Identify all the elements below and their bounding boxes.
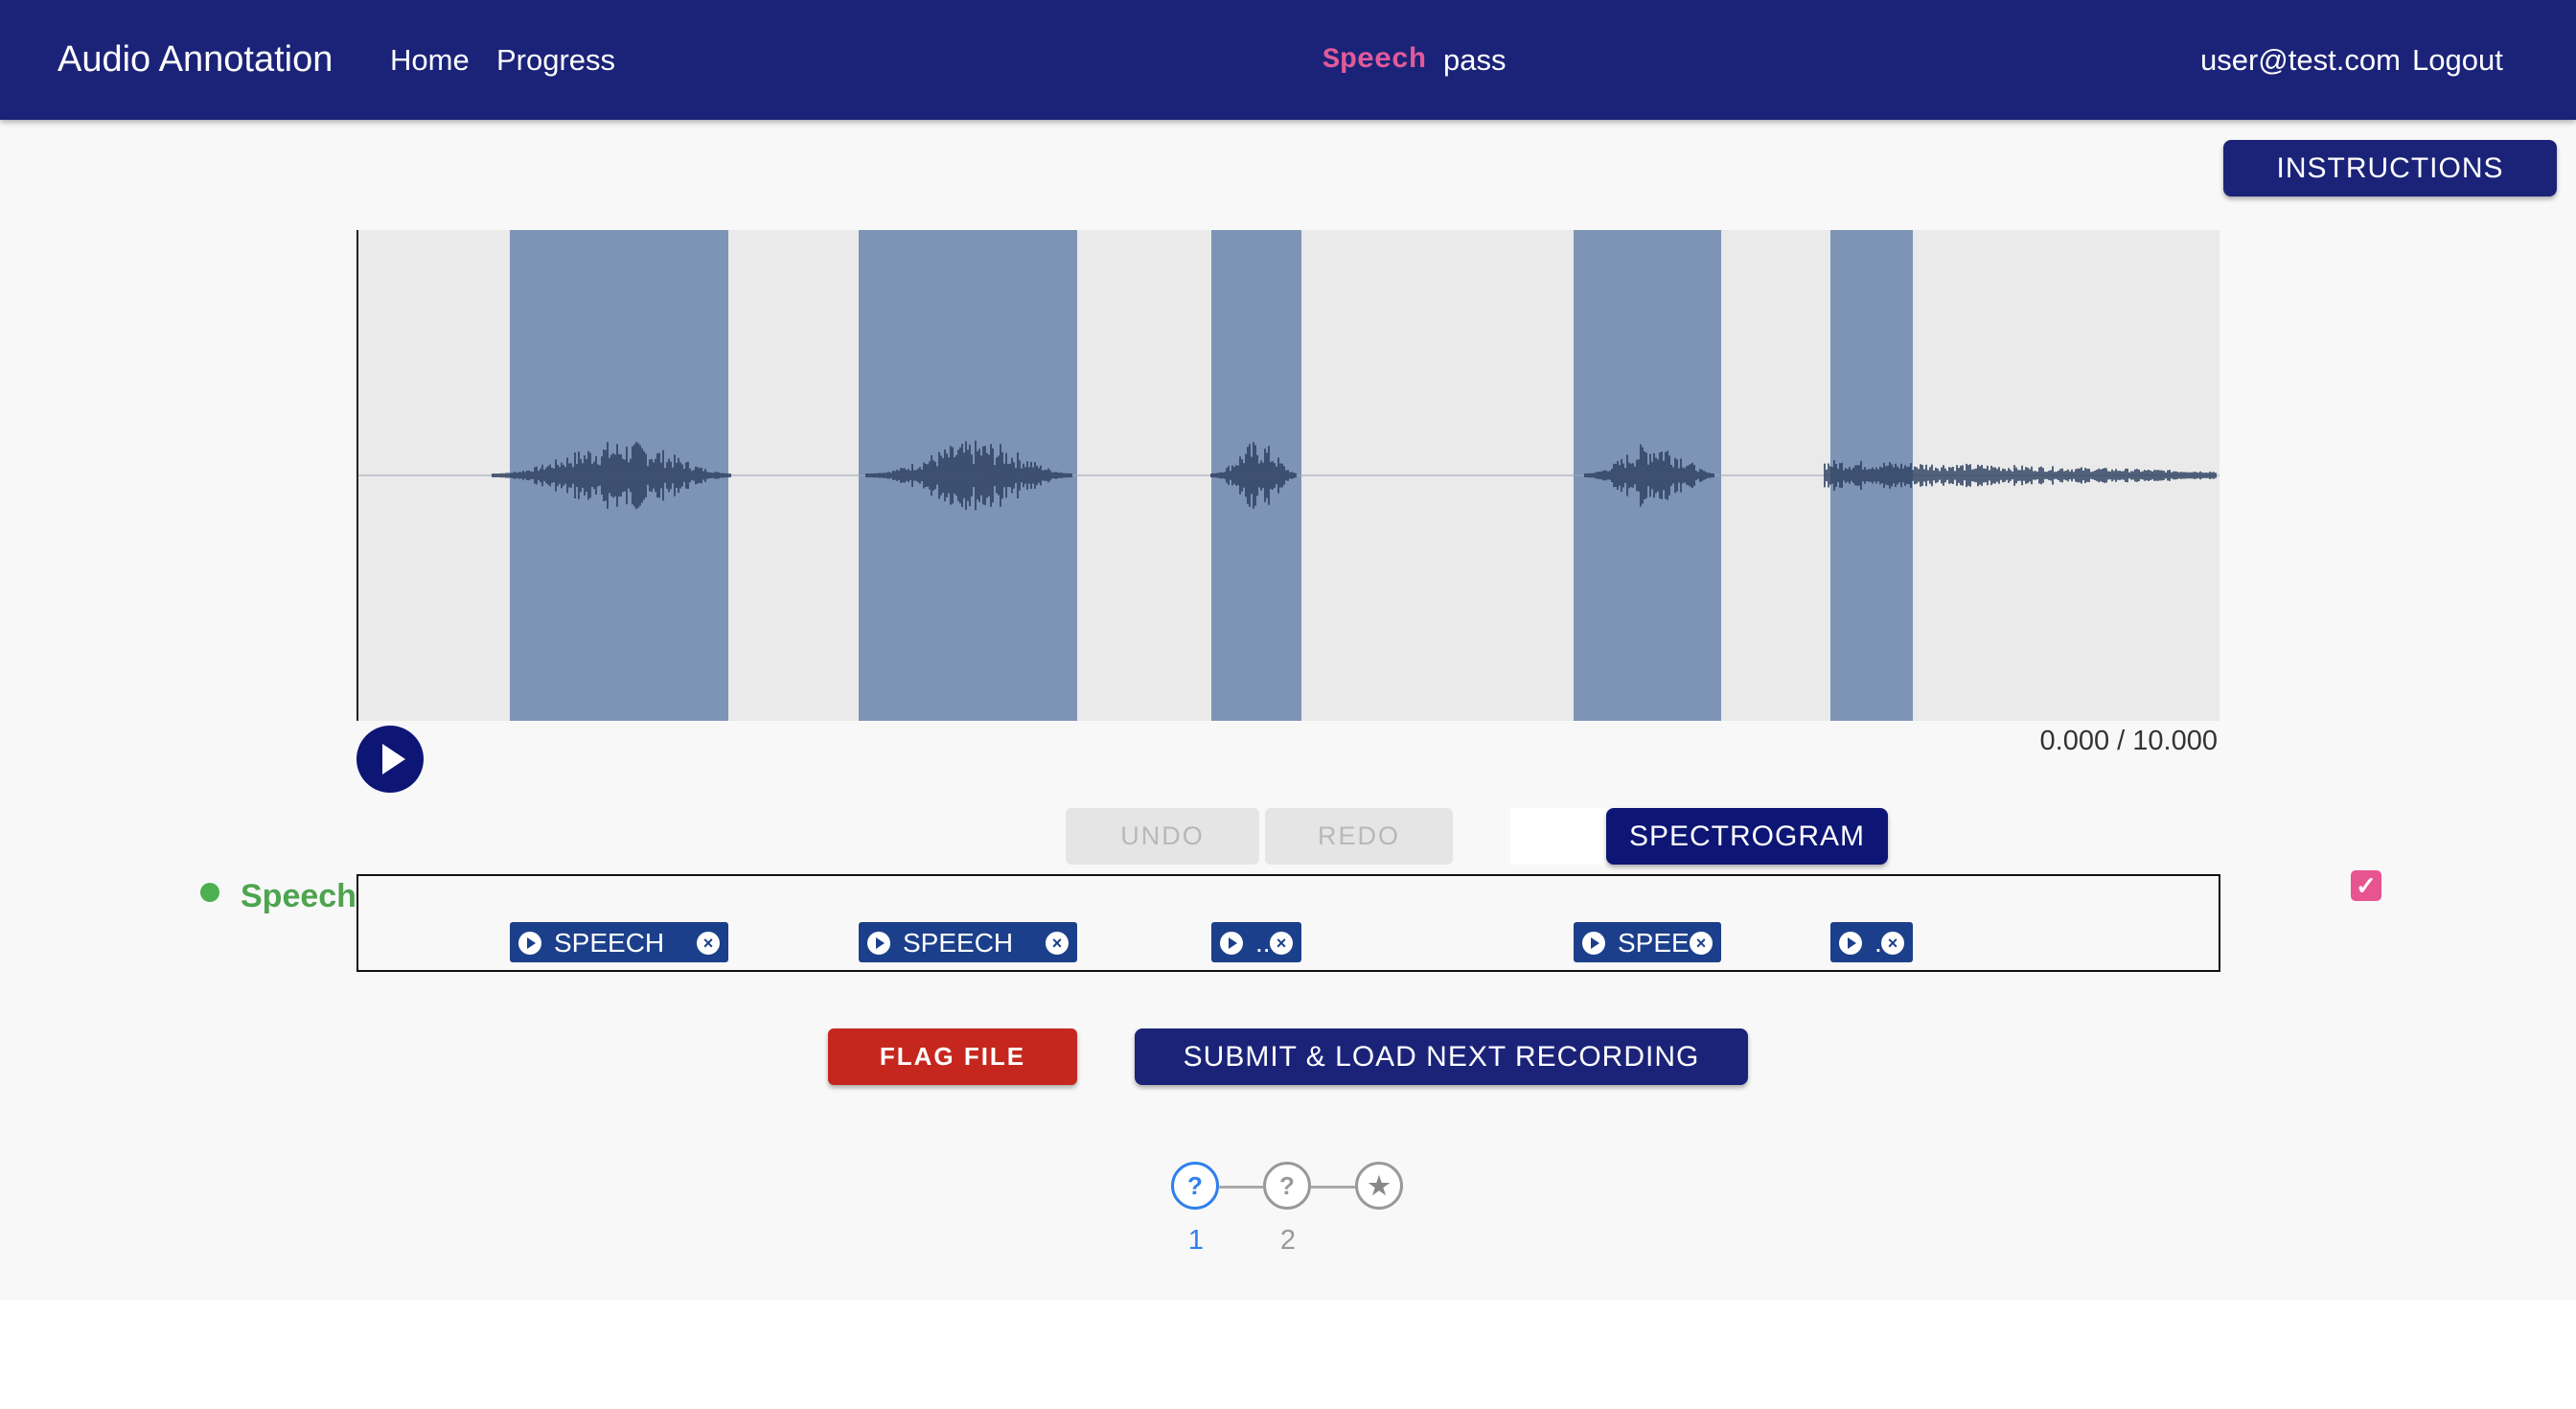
close-circle-icon[interactable]: × xyxy=(1881,932,1904,955)
step-2[interactable]: ? xyxy=(1263,1162,1311,1210)
app-brand[interactable]: Audio Annotation xyxy=(58,0,333,120)
user-email: user@test.com xyxy=(2200,42,2401,77)
step-final[interactable]: ★ xyxy=(1355,1162,1403,1210)
nav-progress-link[interactable]: Progress xyxy=(496,0,615,120)
step-connector xyxy=(1219,1186,1263,1189)
time-display: 0.000 / 10.000 xyxy=(2039,726,2218,756)
track-checkbox[interactable]: ✓ xyxy=(2351,870,2381,901)
blank-toggle xyxy=(1510,808,1606,865)
step-1[interactable]: ? xyxy=(1171,1162,1219,1210)
region-label: .. xyxy=(1255,928,1271,958)
track-color-dot xyxy=(200,883,219,902)
region-label: SPEECH xyxy=(903,928,1014,958)
submit-next-button[interactable]: SUBMIT & LOAD NEXT RECORDING xyxy=(1135,1028,1748,1085)
flag-file-button[interactable]: FLAG FILE xyxy=(828,1028,1077,1085)
play-icon[interactable] xyxy=(518,932,541,955)
play-button[interactable] xyxy=(356,726,424,793)
navbar: Audio Annotation Home Progress Speech pa… xyxy=(0,0,2576,120)
redo-button[interactable]: REDO xyxy=(1265,808,1453,865)
close-circle-icon[interactable]: × xyxy=(1690,932,1713,955)
play-icon[interactable] xyxy=(1220,932,1243,955)
spectrogram-button[interactable]: SPECTROGRAM xyxy=(1606,808,1888,865)
close-circle-icon[interactable]: × xyxy=(1270,932,1293,955)
instructions-button[interactable]: INSTRUCTIONS xyxy=(2223,140,2557,196)
region-chip[interactable]: SPEECH × xyxy=(859,922,1077,962)
track-label: Speech xyxy=(241,878,356,914)
step-1-label: 1 xyxy=(1187,1225,1205,1256)
play-icon[interactable] xyxy=(867,932,890,955)
region-label: SPEE xyxy=(1618,928,1690,958)
undo-button[interactable]: UNDO xyxy=(1066,808,1259,865)
logout-link[interactable]: Logout xyxy=(2412,0,2503,120)
star-icon: ★ xyxy=(1368,1171,1391,1200)
task-title: Speech pass xyxy=(1322,0,1506,120)
play-icon[interactable] xyxy=(1839,932,1862,955)
region-label: SPEECH xyxy=(554,928,665,958)
region-chip[interactable]: SPEECH × xyxy=(510,922,728,962)
close-circle-icon[interactable]: × xyxy=(1046,932,1069,955)
waveform-trace xyxy=(358,440,2220,511)
waveform[interactable] xyxy=(356,230,2220,721)
step-connector xyxy=(1311,1186,1355,1189)
task-suffix: pass xyxy=(1443,42,1506,77)
nav-home-link[interactable]: Home xyxy=(390,0,470,120)
annotation-track[interactable]: SPEECH × SPEECH × .. × SPEE × . × xyxy=(356,874,2220,972)
play-icon[interactable] xyxy=(1582,932,1605,955)
step-2-label: 2 xyxy=(1279,1225,1297,1256)
check-icon: ✓ xyxy=(2356,871,2377,900)
region-chip[interactable]: .. × xyxy=(1211,922,1301,962)
close-circle-icon[interactable]: × xyxy=(697,932,720,955)
task-label: Speech xyxy=(1322,43,1427,77)
region-chip[interactable]: SPEE × xyxy=(1574,922,1721,962)
region-chip[interactable]: . × xyxy=(1830,922,1913,962)
